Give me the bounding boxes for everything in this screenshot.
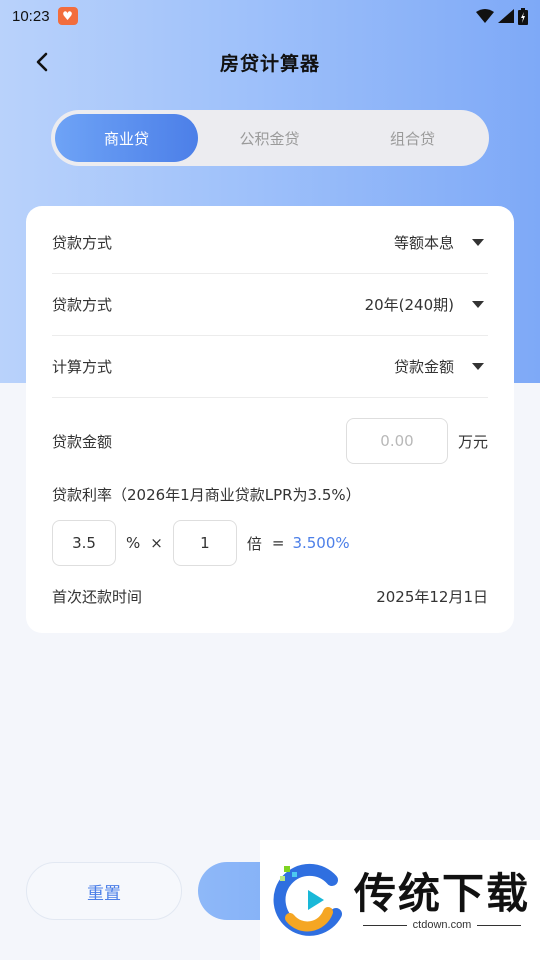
rate-multiplier-input[interactable]: 1 [172, 520, 237, 566]
tab-provident-fund-loan[interactable]: 公积金贷 [198, 114, 341, 162]
watermark-overlay: 传统下载 ctdown.com [260, 840, 540, 960]
watermark-title: 传统下载 [354, 869, 531, 918]
loan-amount-unit: 万元 [457, 432, 488, 451]
header: 房贷计算器 [0, 40, 540, 84]
caret-down-icon [472, 301, 484, 308]
percent-sign: % [126, 534, 141, 552]
page-title: 房贷计算器 [219, 52, 320, 75]
times-sign: × [150, 534, 163, 552]
signal-icon [498, 9, 514, 23]
interest-rate-row: 3.5 % × 1 倍 = 3.500% [52, 520, 350, 566]
repayment-method-label: 贷款方式 [52, 234, 113, 252]
interest-rate-title: 贷款利率（2026年1月商业贷款LPR为3.5%） [52, 486, 361, 504]
loan-term-label: 贷款方式 [52, 296, 113, 314]
loan-term-select[interactable]: 20年(240期) [365, 294, 488, 315]
loan-form-card: 贷款方式 等额本息 贷款方式 20年(240期) 计算方式 贷款金额 贷款金额 … [26, 206, 514, 633]
loan-type-tabs: 商业贷 公积金贷 组合贷 [51, 110, 489, 166]
repayment-method-value: 等额本息 [393, 234, 454, 252]
calc-method-row[interactable]: 计算方式 贷款金额 [52, 336, 488, 398]
calc-method-select[interactable]: 贷款金额 [394, 356, 488, 377]
chevron-left-icon [36, 52, 48, 72]
multiplier-unit: 倍 [246, 534, 262, 553]
effective-rate-result: 3.500% [292, 534, 350, 552]
reset-button[interactable]: 重置 [26, 862, 182, 920]
first-payment-label: 首次还款时间 [52, 587, 143, 606]
loan-term-row[interactable]: 贷款方式 20年(240期) [52, 274, 488, 336]
wifi-icon [476, 9, 494, 23]
status-bar: 10:23 ♥ [0, 0, 540, 32]
tab-combined-loan[interactable]: 组合贷 [341, 114, 484, 162]
status-icons [476, 7, 528, 25]
ctdown-logo-icon [273, 863, 342, 936]
loan-amount-row: 贷款金额 0.00 万元 [52, 418, 488, 464]
calc-method-value: 贷款金额 [393, 358, 454, 376]
loan-amount-label: 贷款金额 [52, 432, 113, 451]
repayment-method-row[interactable]: 贷款方式 等额本息 [52, 212, 488, 274]
watermark-divider [477, 924, 522, 926]
watermark-url: ctdown.com [412, 919, 472, 931]
base-rate-input[interactable]: 3.5 [52, 520, 116, 566]
tab-commercial-loan[interactable]: 商业贷 [55, 114, 198, 162]
equals-sign: = [271, 534, 285, 552]
first-payment-date[interactable]: 2025年12月1日 [376, 586, 488, 607]
back-button[interactable] [26, 46, 58, 78]
caret-down-icon [472, 363, 484, 370]
loan-amount-input[interactable]: 0.00 [345, 418, 448, 464]
repayment-method-select[interactable]: 等额本息 [394, 232, 488, 253]
heart-app-icon: ♥ [57, 7, 78, 25]
calc-method-label: 计算方式 [52, 358, 113, 376]
watermark-divider [362, 924, 407, 926]
caret-down-icon [472, 239, 484, 246]
first-payment-row[interactable]: 首次还款时间 2025年12月1日 [52, 578, 488, 614]
battery-charging-icon [518, 7, 528, 25]
loan-term-value: 20年(240期) [364, 296, 454, 314]
status-time: 10:23 [12, 7, 50, 25]
